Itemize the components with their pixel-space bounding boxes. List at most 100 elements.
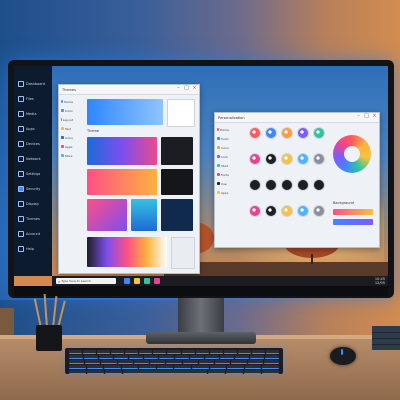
theme-icon[interactable]: [249, 127, 261, 139]
maximize-icon[interactable]: □: [184, 86, 189, 91]
sidebar-item[interactable]: Devices: [18, 140, 50, 148]
task-view-icon[interactable]: [124, 278, 130, 284]
menu-item[interactable]: Apps: [217, 188, 229, 197]
keyboard-key[interactable]: [101, 360, 117, 364]
theme-icon[interactable]: [297, 127, 309, 139]
keyboard-key[interactable]: [111, 350, 125, 354]
theme-icon[interactable]: [265, 179, 277, 191]
menu-item[interactable]: Apps: [61, 142, 73, 151]
sidebar-item[interactable]: Account: [18, 230, 50, 238]
keyboard-key[interactable]: [182, 360, 198, 364]
keyboard-key[interactable]: [262, 365, 279, 369]
theme-icon[interactable]: [313, 179, 325, 191]
minimize-icon[interactable]: –: [176, 86, 181, 91]
theme-icon[interactable]: [281, 205, 293, 217]
keyboard-key[interactable]: [174, 355, 189, 359]
keyboard-key[interactable]: [167, 350, 181, 354]
keyboard-key[interactable]: [244, 370, 262, 374]
mouse[interactable]: [330, 347, 356, 365]
theme-tile[interactable]: [87, 99, 163, 125]
theme-tile[interactable]: [131, 199, 157, 231]
theme-tile-preview[interactable]: [161, 137, 193, 165]
menu-item[interactable]: Fonts: [217, 170, 229, 179]
menu-item[interactable]: Color: [61, 106, 73, 115]
sidebar-item[interactable]: Settings: [18, 170, 50, 178]
maximize-icon[interactable]: □: [364, 114, 369, 119]
keyboard-key[interactable]: [69, 355, 84, 359]
keyboard-key[interactable]: [251, 350, 265, 354]
keyboard-key[interactable]: [204, 355, 219, 359]
keyboard-key[interactable]: [139, 365, 156, 369]
keyboard-key[interactable]: [181, 350, 195, 354]
keyboard-key[interactable]: [166, 360, 182, 364]
theme-icon[interactable]: [265, 205, 277, 217]
keyboard-key[interactable]: [122, 370, 208, 374]
keyboard-key[interactable]: [121, 365, 139, 369]
keyboard-key[interactable]: [153, 350, 167, 354]
theme-icon[interactable]: [297, 179, 309, 191]
keyboard-key[interactable]: [198, 360, 215, 364]
keyboard-key[interactable]: [144, 355, 159, 359]
theme-tile[interactable]: [167, 99, 195, 127]
theme-icon[interactable]: [265, 127, 277, 139]
keyboard-key[interactable]: [262, 370, 280, 374]
app-icon[interactable]: [154, 278, 160, 284]
keyboard-key[interactable]: [189, 355, 204, 359]
sidebar-item[interactable]: Media: [18, 110, 50, 118]
close-icon[interactable]: ×: [192, 86, 197, 91]
keyboard-key[interactable]: [219, 355, 234, 359]
theme-tile[interactable]: [87, 169, 157, 195]
keyboard-key[interactable]: [226, 370, 244, 374]
keyboard-key[interactable]: [83, 350, 97, 354]
keyboard-key[interactable]: [192, 365, 209, 369]
keyboard-key[interactable]: [117, 360, 133, 364]
theme-icon[interactable]: [281, 179, 293, 191]
keyboard-key[interactable]: [159, 355, 174, 359]
menu-item[interactable]: Use: [217, 179, 229, 188]
sidebar-item[interactable]: Themes: [18, 215, 50, 223]
sidebar-item[interactable]: Apps: [18, 125, 50, 133]
keyboard-key[interactable]: [234, 355, 249, 359]
keyboard-key[interactable]: [97, 350, 111, 354]
system-clock[interactable]: 10:45 12/05: [375, 277, 385, 285]
menu-item[interactable]: Lock: [217, 152, 229, 161]
keyboard-key[interactable]: [104, 370, 122, 374]
sidebar-item[interactable]: Network: [18, 155, 50, 163]
keyboard-key[interactable]: [139, 350, 153, 354]
theme-icon[interactable]: [265, 153, 277, 165]
theme-tile[interactable]: [171, 237, 195, 269]
sidebar-item[interactable]: Display: [18, 200, 50, 208]
theme-icon[interactable]: [297, 205, 309, 217]
theme-icon[interactable]: [249, 153, 261, 165]
keyboard-key[interactable]: [265, 350, 279, 354]
keyboard-key[interactable]: [114, 355, 129, 359]
keyboard-key[interactable]: [84, 355, 99, 359]
theme-icon[interactable]: [249, 205, 261, 217]
sidebar-item[interactable]: Dashboard: [18, 80, 50, 88]
keyboard-key[interactable]: [174, 365, 192, 369]
keyboard-key[interactable]: [129, 355, 144, 359]
sidebar-item[interactable]: Help: [18, 245, 50, 253]
keyboard-key[interactable]: [86, 370, 104, 374]
theme-tile-preview[interactable]: [161, 199, 193, 231]
theme-icon[interactable]: [313, 153, 325, 165]
search-input[interactable]: ⌕ Type here to search: [56, 278, 116, 284]
keyboard-key[interactable]: [99, 355, 114, 359]
keyboard-key[interactable]: [227, 365, 244, 369]
theme-icon[interactable]: [313, 127, 325, 139]
keyboard-key[interactable]: [209, 350, 223, 354]
keyboard-key[interactable]: [156, 365, 174, 369]
theme-tile-preview[interactable]: [161, 169, 193, 195]
menu-item[interactable]: Icons: [61, 133, 73, 142]
keyboard-key[interactable]: [104, 365, 121, 369]
color-palette-strip[interactable]: [87, 237, 167, 267]
theme-tile[interactable]: [87, 199, 127, 231]
keyboard[interactable]: [65, 348, 283, 374]
keyboard-key[interactable]: [208, 370, 226, 374]
keyboard-key[interactable]: [249, 355, 265, 359]
menu-item[interactable]: Home: [217, 125, 229, 134]
menu-item[interactable]: More: [61, 151, 73, 160]
accent-bar[interactable]: [333, 219, 373, 225]
keyboard-key[interactable]: [85, 360, 101, 364]
keyboard-key[interactable]: [69, 370, 86, 374]
